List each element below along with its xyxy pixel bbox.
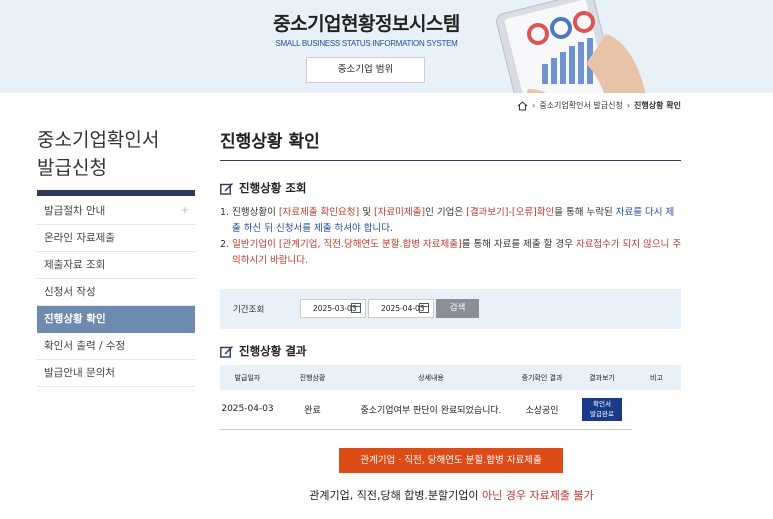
home-icon[interactable] [517,100,528,111]
col-issue-date: 발급일자 [220,365,275,390]
cell-note [632,390,681,429]
table-header-row: 발급일자 진행상황 상세내용 중기확인 결과 결과보기 비고 [220,365,681,390]
result-heading: 진행상황 결과 [220,343,306,359]
date-from-input[interactable]: 2025-03-03 [300,299,366,318]
related-company-submit-button[interactable]: 관계기업 · 직전, 당해연도 분할.합병 자료제출 [339,448,563,473]
breadcrumb: › 중소기업확인서 발급신청 › 진행상황 확인 [517,100,681,111]
cell-view: 확인서 발급완료 [572,390,632,430]
cell-date: 2025-04-03 [220,390,275,430]
col-view: 결과보기 [572,365,632,390]
sidebar-divider [37,190,195,196]
breadcrumb-item-current: 진행상황 확인 [634,101,681,110]
tablet-illustration [496,0,646,93]
sidebar-item-submitted-view[interactable]: 제출자료 조회 [37,252,195,279]
notice-list: 1. 진행상황이 [자료제출 확인요청] 및 [자료미제출]인 기업은 [결과보… [220,205,682,269]
page-title: 진행상황 확인 [220,132,320,152]
title-divider [220,160,681,161]
search-button[interactable]: 검색 [436,299,479,318]
col-detail: 상세내용 [350,365,512,390]
table-row: 2025-04-03 완료 중소기업여부 판단이 완료되었습니다. 소상공인 확… [220,390,681,430]
header-banner: 중소기업현황정보시스템 SMALL BUSINESS STATUS INFORM… [0,0,773,93]
chevron-right-icon: › [532,101,536,110]
sidebar-menu: 발급절차 안내 + 온라인 자료제출 제출자료 조회 신청서 작성 진행상황 확… [37,198,195,387]
inquiry-heading: 진행상황 조회 [220,180,306,196]
cell-status: 완료 [275,390,350,430]
calendar-icon[interactable] [351,303,361,313]
date-to-input[interactable]: 2025-04-03 [368,299,434,318]
cell-detail: 중소기업여부 판단이 완료되었습니다. [350,390,512,430]
notice-item-2: 2. 일반기업이 [관계기업, 직전.당해연도 분할.합병 자료제출]를 통해 … [220,239,682,266]
col-status: 진행상황 [275,365,350,390]
calendar-icon[interactable] [419,303,429,313]
sidebar-item-print-edit[interactable]: 확인서 출력 / 수정 [37,333,195,360]
sidebar-item-application-form[interactable]: 신청서 작성 [37,279,195,306]
edit-icon [220,345,233,358]
edit-icon [220,182,233,195]
col-note: 비고 [632,365,681,390]
result-table: 발급일자 진행상황 상세내용 중기확인 결과 결과보기 비고 2025-04-0… [220,365,681,430]
sme-scope-button[interactable]: 중소기업 범위 [306,57,425,83]
period-label: 기간조회 [233,305,265,315]
breadcrumb-item-apply[interactable]: 중소기업확인서 발급신청 [539,100,623,111]
plus-icon[interactable]: + [181,198,189,224]
col-result: 중기확인 결과 [512,365,572,390]
sidebar-item-contact[interactable]: 발급안내 문의처 [37,360,195,387]
sidebar-item-procedure[interactable]: 발급절차 안내 + [37,198,195,225]
bottom-notice: 관계기업, 직전,당해 합병.분할기업이 아닌 경우 자료제출 불가 [309,489,594,502]
certificate-issued-button[interactable]: 확인서 발급완료 [582,397,622,421]
sidebar-item-progress[interactable]: 진행상황 확인 [37,306,195,333]
sidebar-title: 중소기업확인서 발급신청 [37,129,160,179]
notice-item-1: 1. 진행상황이 [자료제출 확인요청] 및 [자료미제출]인 기업은 [결과보… [220,207,675,234]
period-search-panel: 기간조회 2025-03-03 2025-04-03 검색 [220,289,681,329]
chevron-right-icon: › [626,101,631,110]
cell-result: 소상공인 [512,390,572,430]
sidebar-item-online-submit[interactable]: 온라인 자료제출 [37,225,195,252]
